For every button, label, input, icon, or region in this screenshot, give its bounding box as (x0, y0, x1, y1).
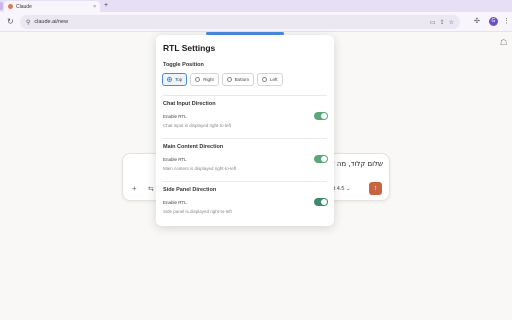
add-attachment-icon[interactable]: + (132, 184, 137, 193)
bookmark-star-icon[interactable]: ☆ (449, 19, 454, 26)
share-icon[interactable]: ⇪ (440, 19, 445, 26)
tab-title: Claude (16, 3, 32, 10)
section-title: Chat Input Direction (163, 101, 216, 107)
profile-avatar[interactable]: G (489, 17, 498, 26)
side-panel-rtl-toggle[interactable] (314, 198, 328, 206)
cast-icon[interactable]: ▭ (430, 19, 436, 26)
rtl-settings-popup: RTL Settings Toggle Position Top Right B… (156, 35, 334, 226)
send-button[interactable]: ↑ (369, 182, 382, 195)
toggle-knob (321, 156, 327, 162)
browser-tab[interactable]: Claude × (4, 1, 100, 12)
site-info-icon[interactable]: ⚲ (26, 19, 30, 26)
incognito-icon[interactable]: ☖ (500, 38, 507, 47)
url-text: claude.ai/new (34, 19, 69, 25)
divider (163, 138, 327, 139)
section-title: Side Panel Direction (163, 187, 217, 193)
new-tab-button[interactable]: + (104, 1, 108, 11)
position-label: Left (270, 77, 278, 82)
claude-favicon-icon (8, 4, 13, 9)
enable-rtl-label: Enable RTL (163, 157, 187, 162)
section-description: Side panel is displayed right-to-left (163, 209, 232, 214)
browser-toolbar: ↻ ⚲ claude.ai/new ▭ ⇪ ☆ ✣ G ⋮ (0, 12, 512, 32)
toggle-knob (321, 199, 327, 205)
toggle-position-group: Top Right Bottom Left (162, 73, 283, 86)
radio-icon (262, 77, 268, 82)
section-description: Chat input is displayed right-to-left (163, 123, 232, 128)
section-description: Main content is displayed right-to-left (163, 166, 237, 171)
tools-icon[interactable]: ⇆ (148, 185, 154, 193)
position-option-right[interactable]: Right (190, 73, 219, 86)
position-option-bottom[interactable]: Bottom (221, 73, 255, 86)
section-title: Main Content Direction (163, 144, 224, 150)
divider (163, 181, 327, 182)
tab-close-icon[interactable]: × (93, 4, 96, 10)
radio-icon (226, 77, 232, 82)
main-content-rtl-toggle[interactable] (314, 155, 328, 163)
chat-input-rtl-toggle[interactable] (314, 112, 328, 120)
position-option-top[interactable]: Top (162, 73, 188, 86)
reload-icon[interactable]: ↻ (7, 16, 14, 27)
radio-icon (195, 77, 201, 82)
position-option-left[interactable]: Left (257, 73, 283, 86)
position-label: Top (175, 77, 183, 82)
toggle-position-title: Toggle Position (163, 62, 204, 68)
address-bar[interactable]: ⚲ claude.ai/new ▭ ⇪ ☆ (20, 15, 460, 29)
radio-icon (167, 77, 172, 82)
extensions-icon[interactable]: ✣ (474, 16, 480, 27)
toggle-knob (321, 113, 327, 119)
more-menu-icon[interactable]: ⋮ (503, 16, 510, 27)
tab-strip: Claude × + (0, 0, 512, 12)
divider (163, 95, 327, 96)
popup-title: RTL Settings (163, 43, 216, 53)
position-label: Bottom (234, 77, 250, 82)
position-label: Right (203, 77, 214, 82)
tab-group-indicator (0, 2, 3, 10)
enable-rtl-label: Enable RTL (163, 200, 187, 205)
enable-rtl-label: Enable RTL (163, 114, 187, 119)
